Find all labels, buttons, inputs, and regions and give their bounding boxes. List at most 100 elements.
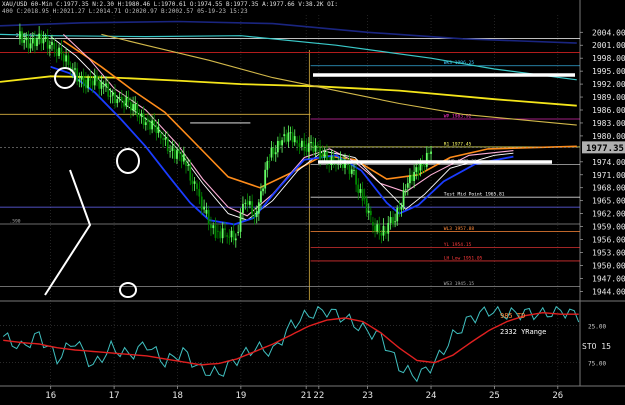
y-tick-label: 1965.00: [592, 197, 625, 206]
candle-body: [394, 221, 397, 223]
y-tick-label: 2001.00: [592, 41, 625, 50]
candle-body: [162, 138, 165, 140]
candle-body: [268, 161, 271, 162]
candle-body: [36, 39, 38, 47]
candle-body: [205, 209, 208, 214]
y-tick-label: 2004.00: [592, 28, 625, 37]
candle-body: [323, 151, 326, 158]
candle-body: [82, 76, 85, 87]
candle-body: [159, 133, 162, 139]
sto-fast-line: [2, 305, 580, 383]
candle-body: [283, 134, 286, 136]
y-tick-label: 1971.00: [592, 171, 625, 180]
candle-body: [359, 189, 362, 193]
candle-body: [214, 225, 217, 238]
x-tick-label: 17: [109, 391, 120, 401]
candle-body: [303, 140, 306, 151]
candle-body: [46, 36, 49, 49]
candle-body: [149, 122, 151, 130]
candle-body: [91, 80, 94, 86]
candle-body: [176, 150, 178, 159]
candle-body: [23, 40, 26, 43]
candle-body: [335, 163, 337, 165]
candle-body: [48, 45, 51, 49]
candle-body: [374, 225, 376, 232]
candle-body: [142, 113, 145, 126]
candle-body: [187, 165, 190, 166]
candle-body: [411, 175, 413, 181]
candle-body: [255, 211, 258, 217]
candle-body: [228, 236, 231, 238]
y-tick-label: 1983.00: [592, 119, 625, 128]
candle-body: [102, 85, 105, 87]
candle-body: [53, 43, 56, 50]
candle-body: [180, 153, 183, 162]
y-tick-label: 1980.00: [592, 132, 625, 141]
x-tick-label: 18: [172, 391, 183, 401]
candle-body: [38, 33, 41, 40]
candle-body: [27, 37, 30, 49]
candle-body: [230, 230, 233, 238]
candle-body: [182, 154, 185, 162]
candle-body: [166, 137, 169, 152]
candle-body: [207, 209, 210, 225]
candle-body: [169, 150, 171, 152]
candle-body: [357, 184, 360, 193]
candle-body: [114, 92, 116, 104]
candle-body: [132, 104, 135, 111]
candle-body: [173, 148, 176, 159]
candle-body: [404, 189, 407, 191]
y-tick-label: 1992.00: [592, 80, 625, 89]
x-tick-label: 25: [489, 391, 500, 401]
candle-body: [226, 235, 229, 237]
x-tick-label: 22: [313, 391, 324, 401]
candle-body: [378, 224, 381, 233]
candles-layer: [18, 23, 432, 248]
candle-body: [224, 228, 226, 230]
y-tick-label: 1968.00: [592, 184, 625, 193]
candle-body: [98, 81, 101, 89]
candle-body: [296, 140, 299, 144]
price-chart[interactable]: 2002.57WK3 1996.25WP 1983.92R1 1977.45S5…: [0, 0, 625, 405]
candle-body: [389, 217, 392, 223]
candle-body: [244, 202, 247, 204]
candle-body: [129, 102, 132, 111]
candle-body: [402, 190, 405, 207]
candle-body: [198, 189, 201, 197]
candle-body: [417, 167, 420, 176]
candle-body: [153, 120, 156, 125]
candle-body: [96, 75, 98, 82]
candle-body: [125, 97, 128, 107]
candle-body: [428, 152, 430, 154]
candle-body: [291, 132, 294, 143]
candle-body: [266, 161, 269, 170]
candle-body: [31, 37, 34, 44]
candle-body: [365, 198, 368, 213]
candle-body: [200, 196, 203, 210]
candle-body: [76, 68, 79, 82]
candle-body: [25, 37, 28, 41]
candle-body: [350, 169, 353, 174]
x-tick-label: 16: [45, 391, 56, 401]
candle-body: [109, 95, 112, 97]
level-label: YL 1954.15: [444, 242, 472, 248]
y-tick-label: 1962.00: [592, 210, 625, 219]
candle-body: [58, 47, 60, 56]
x-tick-label: 24: [426, 391, 437, 401]
candle-body: [260, 191, 262, 203]
candle-body: [257, 202, 260, 214]
candle-body: [361, 189, 364, 201]
sto-tick-label: 25.00: [588, 323, 606, 330]
level-label: WS3 1945.15: [444, 281, 475, 287]
level-label: LH Low 1951.05: [444, 255, 483, 261]
x-tick-label: 26: [552, 391, 563, 401]
x-tick-label: 21: [301, 391, 312, 401]
y-tick-label: 1995.00: [592, 67, 625, 76]
candle-body: [144, 122, 147, 126]
candle-body: [42, 39, 45, 44]
last-price-label: 1977.35: [586, 144, 624, 154]
y-tick-label: 1989.00: [592, 93, 625, 102]
candle-body: [293, 136, 296, 143]
candle-body: [272, 147, 275, 155]
candle-body: [193, 181, 196, 184]
